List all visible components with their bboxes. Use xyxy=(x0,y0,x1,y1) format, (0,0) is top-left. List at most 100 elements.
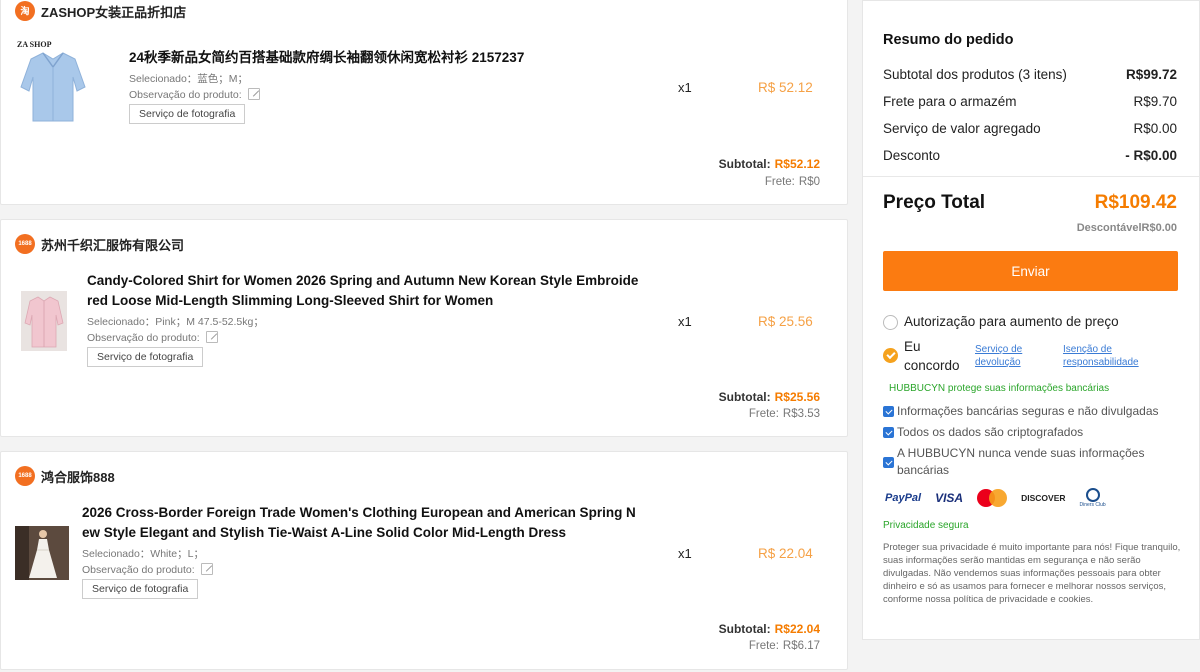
summary-divider xyxy=(863,176,1199,177)
store-1688-icon: 1688 xyxy=(15,234,35,254)
store-name: 鸿合服饰888 xyxy=(41,469,115,485)
product-note: Observação do produto: xyxy=(82,563,213,576)
store-card-zashop: 淘 ZASHOP女装正品折扣店 ZA SHOP 24秋季新品女简约百搭基础款府绸… xyxy=(0,0,848,205)
agree-label-line: Eu xyxy=(904,339,921,354)
return-service-link[interactable]: Serviço de devolução xyxy=(975,343,1022,369)
agree-label[interactable]: Eu concordo xyxy=(904,337,960,375)
mastercard-icon xyxy=(977,489,1008,507)
shipping-value: R$6.17 xyxy=(782,640,820,652)
product-quantity: x1 xyxy=(678,314,692,329)
order-summary-panel: Resumo do pedido Subtotal dos produtos (… xyxy=(862,0,1200,640)
store-header[interactable]: 淘 ZASHOP女装正品折扣店 xyxy=(15,1,186,21)
product-title-line: red Loose Mid-Length Slimming Long-Sleev… xyxy=(87,293,494,308)
shipping-value: R$3.53 xyxy=(782,408,820,420)
product-variant: Selecionado：蓝色；M； xyxy=(129,73,249,85)
diners-club-icon xyxy=(1085,488,1100,502)
product-note-label: Observação do produto: xyxy=(129,89,242,101)
edit-icon[interactable] xyxy=(247,88,260,100)
price-increase-radio[interactable] xyxy=(883,315,898,330)
summary-row-value-added: Serviço de valor agregado R$0.00 xyxy=(883,121,1177,136)
product-quantity: x1 xyxy=(678,546,692,561)
store-card-honghe: 1688 鸿合服饰888 2026 Cross-Border Foreign T… xyxy=(0,451,848,670)
product-title-line: 2026 Cross-Border Foreign Trade Women's … xyxy=(82,505,636,520)
discover-logo: DISCOVER xyxy=(1021,493,1066,503)
price-increase-label[interactable]: Autorização para aumento de preço xyxy=(904,314,1119,329)
product-thumbnail[interactable] xyxy=(21,291,67,351)
store-subtotal: Subtotal: R$22.04 xyxy=(719,622,820,636)
product-price: R$ 22.04 xyxy=(758,546,813,561)
product-price: R$ 52.12 xyxy=(758,80,813,95)
store-shipping: Frete: R$3.53 xyxy=(749,408,820,420)
privacy-text: Proteger sua privacidade é muito importa… xyxy=(883,542,1181,605)
photo-service-button[interactable]: Serviço de fotografia xyxy=(129,104,246,124)
link-line: devolução xyxy=(975,357,1021,368)
product-quantity: x1 xyxy=(678,80,692,95)
summary-row-value: R$0.00 xyxy=(1133,121,1177,136)
summary-row-value: R$9.70 xyxy=(1133,94,1177,109)
summary-row-subtotal: Subtotal dos produtos (3 itens) R$99.72 xyxy=(883,67,1177,82)
edit-icon[interactable] xyxy=(205,331,218,343)
summary-row-value: - R$0.00 xyxy=(1125,148,1177,163)
link-line: Isenção de xyxy=(1063,344,1112,355)
subtotal-label: Subtotal: xyxy=(718,622,771,636)
check-icon xyxy=(883,406,894,417)
product-title[interactable]: Candy-Colored Shirt for Women 2026 Sprin… xyxy=(87,271,638,311)
product-thumbnail[interactable]: ZA SHOP xyxy=(15,37,91,129)
subtotal-label: Subtotal: xyxy=(718,157,771,171)
disclaimer-link[interactable]: Isenção de responsabilidade xyxy=(1063,343,1139,369)
subtotal-value: R$52.12 xyxy=(774,157,820,171)
total-price-value: R$109.42 xyxy=(1094,192,1177,213)
check-icon xyxy=(883,457,894,468)
subtotal-label: Subtotal: xyxy=(718,390,771,404)
product-title[interactable]: 24秋季新品女简约百搭基础款府绸长袖翻领休闲宽松衬衫 2157237 xyxy=(129,48,524,68)
product-title-line: ew Style Elegant and Stylish Tie-Waist A… xyxy=(82,525,567,540)
summary-row-label: Serviço de valor agregado xyxy=(883,121,1041,136)
product-price: R$ 25.56 xyxy=(758,314,813,329)
link-line: responsabilidade xyxy=(1063,357,1139,368)
photo-service-button[interactable]: Serviço de fotografia xyxy=(82,579,199,599)
taobao-store-icon: 淘 xyxy=(15,1,35,21)
agree-radio[interactable] xyxy=(883,348,898,363)
summary-row-label: Desconto xyxy=(883,148,941,163)
store-name: ZASHOP女装正品折扣店 xyxy=(41,4,187,20)
summary-row-label: Subtotal dos produtos (3 itens) xyxy=(883,67,1067,82)
shipping-label: Frete: xyxy=(748,640,779,652)
store-card-suzhou: 1688 苏州千织汇服饰有限公司 Candy-Colored Shirt for… xyxy=(0,219,848,437)
edit-icon[interactable] xyxy=(200,563,213,575)
shipping-value: R$0 xyxy=(798,176,820,188)
store-header[interactable]: 1688 苏州千织汇服饰有限公司 xyxy=(15,234,184,254)
photo-service-button[interactable]: Serviço de fotografia xyxy=(87,347,204,367)
store-1688-icon: 1688 xyxy=(15,466,35,486)
link-line: Serviço de xyxy=(975,344,1023,355)
product-title-line: Candy-Colored Shirt for Women 2026 Sprin… xyxy=(87,273,639,288)
store-name: 苏州千织汇服饰有限公司 xyxy=(41,237,185,253)
payment-logos: PayPal VISA DISCOVER Diners Club xyxy=(885,488,1106,508)
summary-row-label: Frete para o armazém xyxy=(883,94,1017,109)
bank-protection-notice: HUBBUCYN protege suas informações bancár… xyxy=(889,383,1110,394)
secure-item-1: Informações bancárias seguras e não divu… xyxy=(897,404,1159,418)
subtotal-value: R$22.04 xyxy=(774,622,820,636)
store-header[interactable]: 1688 鸿合服饰888 xyxy=(15,466,115,486)
product-thumbnail[interactable] xyxy=(15,526,69,580)
secure-item-3: A HUBBUCYN nunca vende suas informações … xyxy=(897,446,1145,477)
total-price-label: Preço Total xyxy=(883,192,986,213)
check-icon xyxy=(883,427,894,438)
shipping-label: Frete: xyxy=(764,176,795,188)
agree-label-line: concordo xyxy=(904,358,960,373)
paypal-logo: PayPal xyxy=(885,492,922,504)
product-variant: Selecionado：Pink；M 47.5-52.5kg； xyxy=(87,316,264,328)
privacy-title: Privacidade segura xyxy=(883,520,969,531)
send-button[interactable]: Enviar xyxy=(883,251,1178,291)
summary-row-shipping: Frete para o armazém R$9.70 xyxy=(883,94,1177,109)
product-note: Observação do produto: xyxy=(129,88,260,101)
product-note-label: Observação do produto: xyxy=(87,332,200,344)
summary-row-value: R$99.72 xyxy=(1125,67,1177,82)
diners-club-logo: Diners Club xyxy=(1080,488,1106,508)
white-dress-image xyxy=(15,526,69,580)
product-title[interactable]: 2026 Cross-Border Foreign Trade Women's … xyxy=(82,503,636,543)
secure-item-2: Todos os dados são criptografados xyxy=(897,425,1084,439)
store-subtotal: Subtotal: R$25.56 xyxy=(719,390,820,404)
brand-logo: ZA SHOP xyxy=(17,40,52,49)
product-variant: Selecionado：White；L； xyxy=(82,548,204,560)
store-subtotal: Subtotal: R$52.12 xyxy=(719,157,820,171)
